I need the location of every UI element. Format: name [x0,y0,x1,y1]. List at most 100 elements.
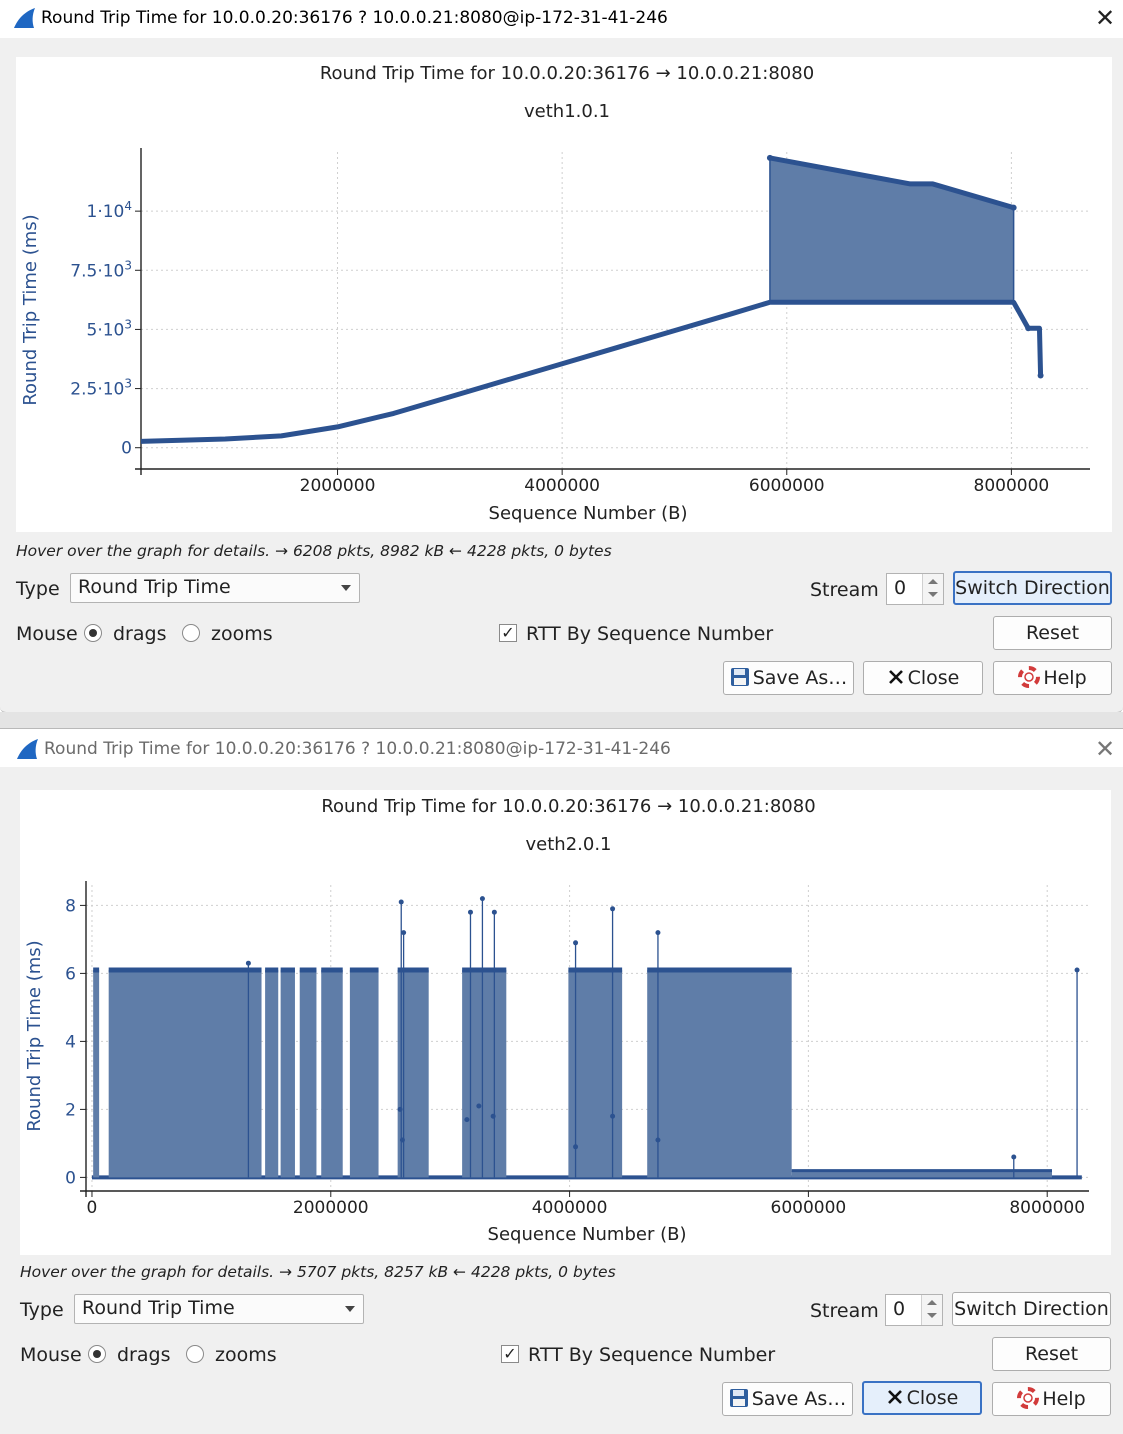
drags-label: drags [117,1344,171,1366]
y-tick-label: 1·104 [87,199,133,222]
stream-value: 0 [894,577,907,599]
lifebuoy-icon [1018,665,1041,688]
rtt-point [1010,204,1017,211]
x-tick-label: 8000000 [974,476,1050,496]
lifebuoy-icon [1017,1386,1040,1409]
x-tick-label: 6000000 [771,1198,847,1218]
reset-button[interactable]: Reset [993,616,1112,650]
rtt-spike-point [401,930,407,936]
rtt-spike-point [655,930,661,936]
x-icon [887,1389,902,1404]
help-label: Help [1042,1388,1086,1410]
stream-spinbox[interactable]: 0 [885,1294,943,1326]
rtt-band [108,970,262,1178]
y-tick-label: 5·103 [87,317,133,340]
y-axis-label: Round Trip Time (ms) [24,940,45,1131]
hover-info-text: Hover over the graph for details. → 5707… [20,1263,616,1281]
reset-button[interactable]: Reset [992,1337,1111,1371]
y-tick-label: 4 [65,1032,76,1052]
rtt-spike-point [1074,967,1080,973]
switch-direction-button[interactable]: Switch Direction [953,571,1112,605]
rtt-band [265,970,279,1178]
hover-info-text: Hover over the graph for details. → 6208… [16,542,612,560]
floppy-disk-icon [730,667,749,686]
spin-down-icon[interactable] [927,1313,937,1318]
wireshark-fin-icon [14,8,35,28]
spin-up-icon[interactable] [927,1300,937,1305]
rtt-spike-point [398,899,404,905]
y-tick-label: 2.5·103 [70,377,132,400]
rtt-band [647,970,792,1178]
chart-subtitle: veth1.0.1 [524,101,610,122]
rtt-band [349,970,379,1178]
spin-down-icon[interactable] [928,592,938,597]
title-bar[interactable]: Round Trip Time for 10.0.0.20:36176 ? 10… [0,0,1123,38]
close-icon[interactable]: ✕ [1090,4,1120,32]
window-title: Round Trip Time for 10.0.0.20:36176 ? 10… [44,739,671,759]
drags-radio[interactable] [88,1345,106,1363]
type-label: Type [20,1299,64,1321]
rtt-by-seq-label: RTT By Sequence Number [526,623,774,645]
x-axis-label: Sequence Number (B) [488,1224,687,1245]
rtt-by-seq-label: RTT By Sequence Number [528,1344,776,1366]
type-label: Type [16,578,60,600]
help-button[interactable]: Help [993,661,1112,695]
rtt-chart[interactable]: Round Trip Time for 10.0.0.20:36176 → 10… [16,57,1112,532]
help-button[interactable]: Help [992,1382,1111,1416]
x-icon [888,669,903,684]
close-label: Close [907,667,960,689]
save-as-button[interactable]: Save As… [723,661,854,695]
zooms-label: zooms [211,623,273,645]
rtt-band [299,970,317,1178]
chart-title: Round Trip Time for 10.0.0.20:36176 → 10… [321,796,815,817]
rtt-plot[interactable]: Round Trip Time for 10.0.0.20:36176 → 10… [20,790,1111,1255]
drags-radio[interactable] [84,624,102,642]
rtt-outlier-point [399,1137,405,1143]
rtt-by-seq-checkbox[interactable]: ✓ [501,1345,519,1363]
spin-arrows[interactable] [922,574,943,604]
stream-spinbox[interactable]: 0 [886,573,944,605]
rtt-outlier-point [655,1137,661,1143]
spin-up-icon[interactable] [928,579,938,584]
spin-arrows[interactable] [921,1295,942,1325]
rtt-spike-point [573,940,579,946]
y-axis-label: Round Trip Time (ms) [20,214,41,405]
x-tick-label: 2000000 [300,476,376,496]
switch-direction-button[interactable]: Switch Direction [952,1292,1111,1326]
close-label: Close [906,1387,959,1409]
close-button[interactable]: Close [862,1381,982,1415]
rtt-point [766,154,773,161]
type-select[interactable]: Round Trip Time [74,1294,364,1324]
y-tick-label: 0 [65,1168,76,1188]
close-button[interactable]: Close [863,661,983,695]
rtt-point [1025,325,1032,332]
y-tick-label: 6 [65,964,76,984]
mouse-label: Mouse [20,1344,82,1366]
chart-title: Round Trip Time for 10.0.0.20:36176 → 10… [320,63,814,84]
window-gap [0,712,1123,728]
rtt-by-seq-checkbox[interactable]: ✓ [499,624,517,642]
help-label: Help [1043,667,1087,689]
y-tick-label: 8 [65,896,76,916]
rtt-outlier-point [397,1106,403,1112]
rtt-band [93,970,100,1178]
type-select[interactable]: Round Trip Time [70,573,360,603]
zooms-label: zooms [215,1344,277,1366]
zooms-radio[interactable] [182,624,200,642]
rtt-band [280,970,295,1178]
title-bar[interactable]: Round Trip Time for 10.0.0.20:36176 ? 10… [0,729,1123,767]
zooms-radio[interactable] [186,1345,204,1363]
chevron-down-icon [341,585,351,591]
rtt-plot[interactable]: Round Trip Time for 10.0.0.20:36176 → 10… [16,57,1112,532]
rtt-band [397,970,429,1178]
x-tick-label: 0 [87,1198,98,1218]
save-as-label: Save As… [752,667,848,689]
close-icon[interactable]: ✕ [1090,735,1120,763]
chart-subtitle: veth2.0.1 [526,834,612,855]
rtt-graph-window-2: Round Trip Time for 10.0.0.20:36176 ? 10… [0,728,1123,1434]
rtt-outlier-point [490,1113,496,1119]
save-as-button[interactable]: Save As… [722,1382,853,1416]
x-tick-label: 2000000 [293,1198,369,1218]
rtt-chart[interactable]: Round Trip Time for 10.0.0.20:36176 → 10… [20,790,1111,1255]
save-as-label: Save As… [751,1388,847,1410]
